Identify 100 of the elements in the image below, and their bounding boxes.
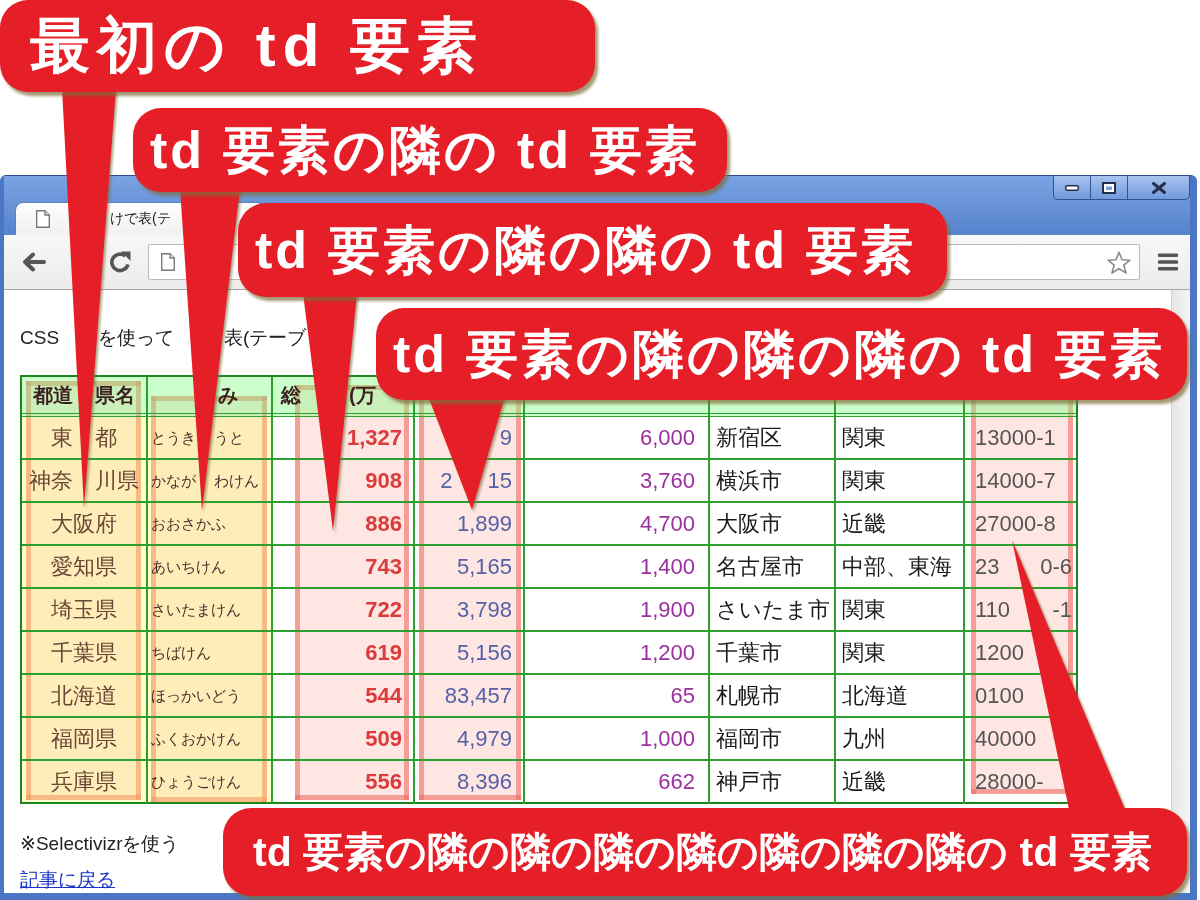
cell-text: 新宿区 [716,426,782,449]
cell-text: 6,000 [639,426,695,449]
cell-text: 40000 [975,727,1037,750]
cell-text: 福岡市 [716,727,782,750]
cell-text: 都 [95,426,117,449]
cell-text: 5,165 [456,555,512,578]
cell-text: 1,327 [346,426,402,449]
document-icon [161,253,175,271]
cell-text: とうき [151,430,196,445]
cell-text: 8,396 [456,770,512,793]
cell-text: うと [214,430,244,445]
close-button[interactable] [1128,176,1190,200]
cell-text: 北海道 [51,684,117,707]
cell-text: 908 [365,469,402,492]
cell-text: ふくおかけん [151,731,241,746]
cell-text: ちばけん [151,645,211,660]
cell-text: 5,156 [456,641,512,664]
header-text: み [218,385,238,405]
maximize-icon [1102,181,1116,194]
star-icon[interactable] [1107,250,1131,274]
cell-text: 関東 [842,598,886,621]
intro-text: 表(テーブ [224,326,307,350]
minimize-icon [1065,184,1079,191]
menu-icon[interactable] [1158,253,1178,271]
cell-text: 福岡県 [51,727,117,750]
cell-text: 13000-1 [975,426,1056,449]
cell-text: 544 [365,684,402,707]
cell-text: 15 [487,469,512,492]
cell-text: 0-6 [1040,555,1072,578]
cell-text: 27000-8 [975,512,1056,535]
cell-text: さいたまけん [151,602,241,617]
cell-text: 3,798 [456,598,512,621]
header-text: (万 [349,385,376,405]
minimize-button[interactable] [1053,176,1091,200]
note-text: ※Selectivizrを使う [20,832,180,856]
cell-text: かなが [151,473,196,488]
cell-text: 札幌市 [716,684,782,707]
cell-text: 28000- [975,770,1044,793]
intro-text: CSS [20,326,60,350]
cell-text: 4,700 [639,512,695,535]
document-icon [36,210,50,228]
cell-text: 662 [658,770,695,793]
article-link[interactable]: 記事に戻る [20,868,115,892]
cell-text: 近畿 [842,512,886,535]
cell-text: 556 [365,770,402,793]
cell-text: 619 [365,641,402,664]
cell-text: 722 [365,598,402,621]
cell-text: 大阪府 [51,512,117,535]
cell-text: 65 [670,684,695,707]
header-text: 県名 [95,385,135,405]
cell-text: 23 [975,555,1000,578]
cell-text: 1,400 [639,555,695,578]
cell-text: 関東 [842,426,886,449]
cell-text: 1200 [975,641,1024,664]
cell-text: 愛知県 [51,555,117,578]
cell-text: 名古屋市 [716,555,804,578]
cell-text: 1,900 [639,598,695,621]
cell-text: 千葉市 [716,641,782,664]
cell-text: 大阪市 [716,512,782,535]
circular-arrow-icon[interactable] [108,250,132,274]
header-text: 都道 [33,385,73,405]
cell-text: おおさかふ [151,516,226,531]
cell-text: 川県 [95,469,139,492]
cell-text: 9 [499,426,512,449]
cell-text: 横浜市 [716,469,782,492]
cell-text: 3,760 [639,469,695,492]
cell-text: 中部、東海 [842,555,952,578]
cell-text: 4,979 [456,727,512,750]
cell-text: 関東 [842,641,886,664]
cell-text: 埼玉県 [51,598,117,621]
intro-text: を使って [98,326,174,350]
cell-text: ひょうごけん [151,774,241,789]
close-icon [1151,181,1166,194]
cell-text: 北海道 [842,684,908,707]
cell-text: 九州 [842,727,886,750]
maximize-button[interactable] [1091,176,1128,200]
cell-text: 83,457 [444,684,512,707]
cell-text: 2 [440,469,453,492]
cell-text: 886 [365,512,402,535]
cell-text: 神戸市 [716,770,782,793]
cell-text: 0100 [975,684,1024,707]
cell-text: 神奈 [29,469,73,492]
cell-text: 1,200 [639,641,695,664]
cell-text: さいたま市 [716,598,830,621]
cell-text: あいちけん [151,559,226,574]
cell-text: 関東 [842,469,886,492]
cell-text: 1,899 [456,512,512,535]
left-arrow-icon[interactable] [22,252,46,272]
cell-text: 兵庫県 [51,770,117,793]
cell-text: -1 [1052,598,1072,621]
cell-text: 110 [975,598,1011,621]
cell-text: 14000-7 [975,469,1056,492]
cell-text: 1,000 [639,727,695,750]
cell-text: 千葉県 [51,641,117,664]
header-text: 総 [281,385,301,405]
cell-text: 近畿 [842,770,886,793]
cell-text: 東 [51,426,73,449]
cell-text: 509 [365,727,402,750]
cell-text: 743 [365,555,402,578]
cell-text: ほっかいどう [151,688,241,703]
